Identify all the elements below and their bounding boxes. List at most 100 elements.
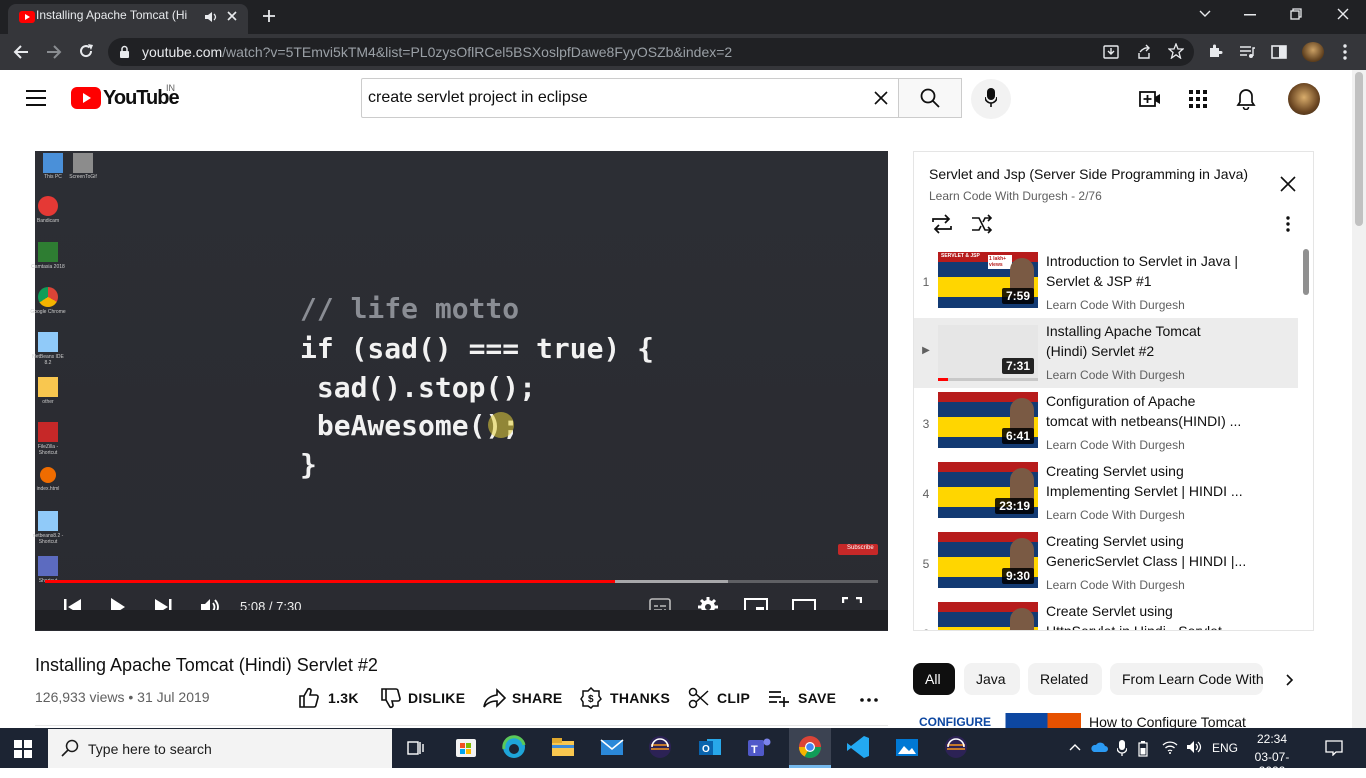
share-button[interactable]: SHARE (483, 687, 563, 711)
edge-app-icon[interactable] (500, 733, 532, 763)
forward-icon[interactable] (46, 44, 62, 60)
apps-grid-icon[interactable] (1189, 90, 1207, 108)
video-thumbnail[interactable] (938, 602, 1038, 630)
playlist-scrollbar[interactable] (1303, 249, 1309, 295)
item-title-line[interactable]: tomcat with netbeans(HINDI) ... (1046, 411, 1266, 431)
close-playlist-icon[interactable] (1280, 176, 1296, 192)
item-title-line[interactable]: Creating Servlet using (1046, 461, 1266, 481)
new-tab-icon[interactable] (262, 9, 276, 23)
chip-all[interactable]: All (913, 663, 955, 695)
chrome-app-icon[interactable] (796, 733, 828, 763)
playlist-item[interactable]: 1 SERVLET & JSP 1 lakh+ views 7:59 Intro… (914, 245, 1298, 315)
tab-search-icon[interactable] (1199, 9, 1211, 19)
back-icon[interactable] (13, 44, 29, 60)
chips-next-icon[interactable] (1286, 674, 1294, 686)
install-icon[interactable] (1103, 44, 1119, 60)
clock-time[interactable]: 22:34 (1250, 732, 1294, 746)
item-channel[interactable]: Learn Code With Durgesh (1046, 508, 1185, 522)
teams-app-icon[interactable]: T (745, 733, 777, 763)
minimize-icon[interactable] (1244, 14, 1256, 16)
wifi-icon[interactable] (1162, 740, 1178, 754)
side-panel-icon[interactable] (1271, 44, 1287, 60)
page-scrollbar-thumb[interactable] (1355, 72, 1363, 226)
share-page-icon[interactable] (1136, 44, 1152, 60)
hamburger-menu-icon[interactable] (26, 90, 46, 106)
chip-java[interactable]: Java (964, 663, 1020, 695)
notifications-bell-icon[interactable] (1236, 88, 1256, 110)
profile-avatar[interactable] (1302, 42, 1324, 62)
video-thumbnail[interactable]: 7:31 (938, 325, 1038, 381)
thanks-button[interactable]: $ THANKS (580, 687, 670, 711)
item-title-line[interactable]: Introduction to Servlet in Java | (1046, 251, 1266, 271)
video-thumbnail[interactable]: SERVLET & JSP 1 lakh+ views 7:59 (938, 252, 1038, 308)
restore-icon[interactable] (1290, 8, 1302, 20)
onedrive-icon[interactable] (1090, 741, 1108, 753)
dislike-button[interactable]: DISLIKE (380, 687, 465, 711)
photos-app-icon[interactable] (893, 733, 925, 763)
video-thumbnail[interactable]: 23:19 (938, 462, 1038, 518)
item-channel[interactable]: Learn Code With Durgesh (1046, 438, 1185, 452)
item-channel[interactable]: Learn Code With Durgesh (1046, 578, 1185, 592)
video-thumbnail[interactable]: 9:30 (938, 532, 1038, 588)
recommended-title[interactable]: How to Configure Tomcat (1089, 714, 1246, 728)
eclipse-app-icon[interactable] (646, 733, 678, 763)
playlist-title[interactable]: Servlet and Jsp (Server Side Programming… (929, 166, 1248, 182)
extensions-icon[interactable] (1207, 43, 1223, 59)
item-title-line[interactable]: Installing Apache Tomcat (1046, 321, 1266, 341)
item-title-line[interactable]: GenericServlet Class | HINDI |... (1046, 551, 1266, 571)
item-title-line[interactable]: Creating Servlet using (1046, 531, 1266, 551)
language-indicator[interactable]: ENG (1212, 741, 1238, 755)
file-explorer-app-icon[interactable] (549, 733, 581, 763)
item-title-line[interactable]: HttpServlet in Hindi - Servlet (1046, 621, 1266, 630)
playlist-item[interactable]: 5 9:30 Creating Servlet using GenericSer… (914, 528, 1298, 598)
playlist-item-current[interactable]: ▶ 7:31 Installing Apache Tomcat (Hindi) … (914, 318, 1298, 388)
recommended-thumbnail[interactable]: CONFIGURE (913, 713, 1081, 728)
eclipse-app-icon-2[interactable] (942, 733, 974, 763)
playlist-item[interactable]: 4 23:19 Creating Servlet using Implement… (914, 458, 1298, 528)
chrome-menu-icon[interactable] (1343, 44, 1347, 60)
reload-icon[interactable] (78, 43, 94, 59)
item-title-line[interactable]: Implementing Servlet | HINDI ... (1046, 481, 1266, 501)
playlist-menu-icon[interactable] (1286, 216, 1290, 232)
mail-app-icon[interactable] (598, 733, 630, 763)
item-channel[interactable]: Learn Code With Durgesh (1046, 368, 1185, 382)
vscode-app-icon[interactable] (844, 733, 876, 763)
lock-icon[interactable] (119, 45, 130, 59)
clear-search-icon[interactable] (874, 91, 888, 105)
task-view-icon[interactable] (407, 739, 425, 757)
window-close-icon[interactable] (1337, 8, 1349, 20)
store-app-icon[interactable] (452, 733, 484, 763)
more-actions-icon[interactable] (860, 698, 878, 702)
item-title-line[interactable]: (Hindi) Servlet #2 (1046, 341, 1266, 361)
microphone-tray-icon[interactable] (1117, 740, 1127, 756)
battery-icon[interactable] (1138, 741, 1148, 757)
bookmark-star-icon[interactable] (1168, 43, 1184, 59)
clip-button[interactable]: CLIP (688, 687, 752, 711)
user-avatar[interactable] (1288, 83, 1320, 115)
speaker-icon[interactable] (1186, 740, 1204, 754)
like-button[interactable]: 1.3K (298, 687, 362, 711)
loop-playlist-icon[interactable] (930, 214, 954, 234)
item-title-line[interactable]: Servlet & JSP #1 (1046, 271, 1266, 291)
outlook-app-icon[interactable]: O (696, 733, 728, 763)
playlist-item[interactable]: 3 6:41 Configuration of Apache tomcat wi… (914, 388, 1298, 458)
video-thumbnail[interactable]: 6:41 (938, 392, 1038, 448)
tab-close-icon[interactable] (226, 10, 238, 22)
chip-from-channel[interactable]: From Learn Code With (1110, 663, 1263, 695)
subscribe-badge[interactable]: Subscribe (838, 544, 878, 555)
tray-overflow-icon[interactable] (1069, 743, 1081, 751)
shuffle-icon[interactable] (971, 214, 993, 234)
item-title-line[interactable]: Configuration of Apache (1046, 391, 1266, 411)
youtube-logo[interactable]: YouTube IN (71, 83, 181, 111)
save-button[interactable]: SAVE (768, 687, 838, 711)
media-control-icon[interactable] (1239, 44, 1255, 60)
clock-date[interactable]: 03-07-2022 (1250, 750, 1294, 778)
playlist-item[interactable]: 6 Create Servlet using HttpServlet in Hi… (914, 598, 1298, 630)
notification-center-icon[interactable] (1325, 740, 1343, 756)
item-channel[interactable]: Learn Code With Durgesh (1046, 298, 1185, 312)
tab-audio-icon[interactable] (204, 10, 218, 24)
item-title-line[interactable]: Create Servlet using (1046, 601, 1266, 621)
chip-related[interactable]: Related (1028, 663, 1102, 695)
windows-start-icon[interactable] (14, 740, 32, 758)
create-video-icon[interactable] (1139, 90, 1161, 108)
